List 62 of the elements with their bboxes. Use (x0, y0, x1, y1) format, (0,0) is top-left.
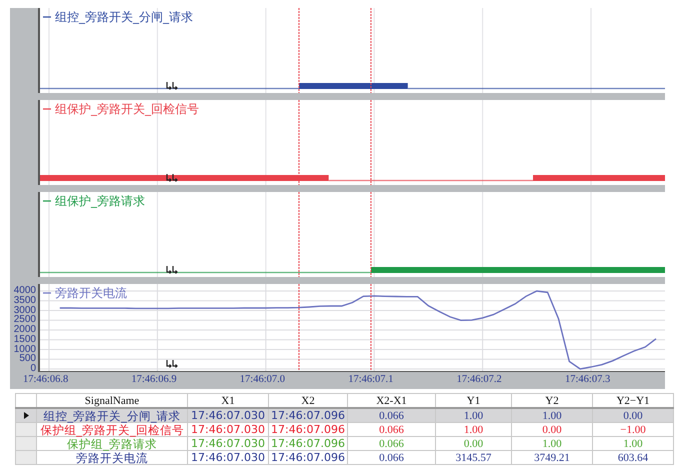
x-tick-label: 17:46:07.3 (565, 374, 610, 386)
table-cell: 1.00 (512, 436, 592, 450)
column-header[interactable]: X1 (188, 394, 268, 408)
table-cell: 17:46:07.096 (268, 450, 348, 464)
hook-arrows-icon (166, 174, 180, 183)
x-tick-label: 17:46:07.0 (240, 374, 286, 386)
table-cell: 17:46:07.030 (188, 436, 268, 450)
table-cell: 17:46:07.030 (188, 408, 268, 422)
table-cell: 17:46:07.030 (188, 450, 268, 464)
table-cell: 0.00 (436, 436, 512, 450)
table-cell: 保护组_旁路开关_回检信号 (36, 422, 188, 436)
y-tick-label: 4000 (14, 286, 36, 296)
column-header[interactable]: Y2−Y1 (592, 394, 674, 408)
table-cell: 17:46:07.096 (268, 408, 348, 422)
x-tick-label: 17:46:07.1 (348, 374, 394, 386)
x-tick-label: 17:46:07.2 (456, 374, 502, 386)
y-tick-label: 2500 (14, 315, 36, 326)
column-header[interactable]: X2-X1 (348, 394, 436, 408)
table-cell: 保护组_旁路请求 (36, 436, 188, 450)
signal-label: 组控_旁路开关_分闸_请求 (55, 10, 193, 24)
hook-arrows-icon (166, 360, 180, 369)
table-cell: 1.00 (592, 436, 674, 450)
y-tick-label: 3000 (14, 306, 36, 316)
table-cell: 旁路开关电流 (36, 450, 188, 464)
signal-label: 旁路开关电流 (55, 286, 127, 300)
table-cell: 组控_旁路开关_分闸_请求 (36, 408, 188, 422)
column-header[interactable]: X2 (268, 394, 348, 408)
table-cell: 0.00 (512, 422, 592, 436)
table-cell: 1.00 (436, 422, 512, 436)
column-header[interactable]: SignalName (36, 394, 188, 408)
table-cell: 0.066 (348, 436, 436, 450)
table-cell: 0.066 (348, 450, 436, 464)
hook-arrows-icon (166, 266, 180, 275)
table-cell: 1.00 (512, 408, 592, 422)
hook-arrows-icon (166, 82, 180, 91)
table-cell: 1.00 (436, 408, 512, 422)
table-cell: 0.066 (348, 408, 436, 422)
y-tick-label: 500 (19, 354, 36, 364)
table-cell: 3145.57 (436, 450, 512, 464)
y-tick-label: 1000 (14, 344, 36, 354)
table-cell: 0.00 (592, 408, 674, 422)
table-cell: 17:46:07.096 (268, 436, 348, 450)
y-tick-label: 2000 (14, 325, 36, 335)
table-row[interactable]: 旁路开关电流 17:46:07.030 17:46:07.096 0.066 3145.57 3749.21 603.64 (16, 450, 674, 464)
y-tick-label: 1500 (14, 334, 36, 345)
table-cell: 0.066 (348, 422, 436, 436)
x-tick-label: 17:46:06.9 (131, 374, 177, 386)
table-cell: 17:46:07.030 (188, 422, 268, 436)
table-cell: 603.64 (592, 450, 674, 464)
row-pointer-icon (24, 412, 28, 418)
column-header[interactable]: Y1 (436, 394, 512, 408)
table-row[interactable]: 组控_旁路开关_分闸_请求 17:46:07.030 17:46:07.096 0.066 1.00 1.00 0.00 (16, 408, 674, 422)
table-cell: 17:46:07.096 (268, 422, 348, 436)
column-header[interactable]: Y2 (512, 394, 592, 408)
signal-label: 组保护_旁路开关_回检信号 (55, 102, 199, 116)
y-tick-label: 0 (30, 364, 36, 374)
x-tick-label: 17:46:06.8 (23, 374, 68, 386)
y-tick-label: 3500 (14, 296, 36, 306)
table-row[interactable]: 保护组_旁路开关_回检信号 17:46:07.030 17:46:07.096 0.066 1.00 0.00 −1.00 (16, 422, 674, 436)
signal-label: 组保护_旁路请求 (55, 194, 145, 208)
table-cell: 3749.21 (512, 450, 592, 464)
table-cell: −1.00 (592, 422, 674, 436)
